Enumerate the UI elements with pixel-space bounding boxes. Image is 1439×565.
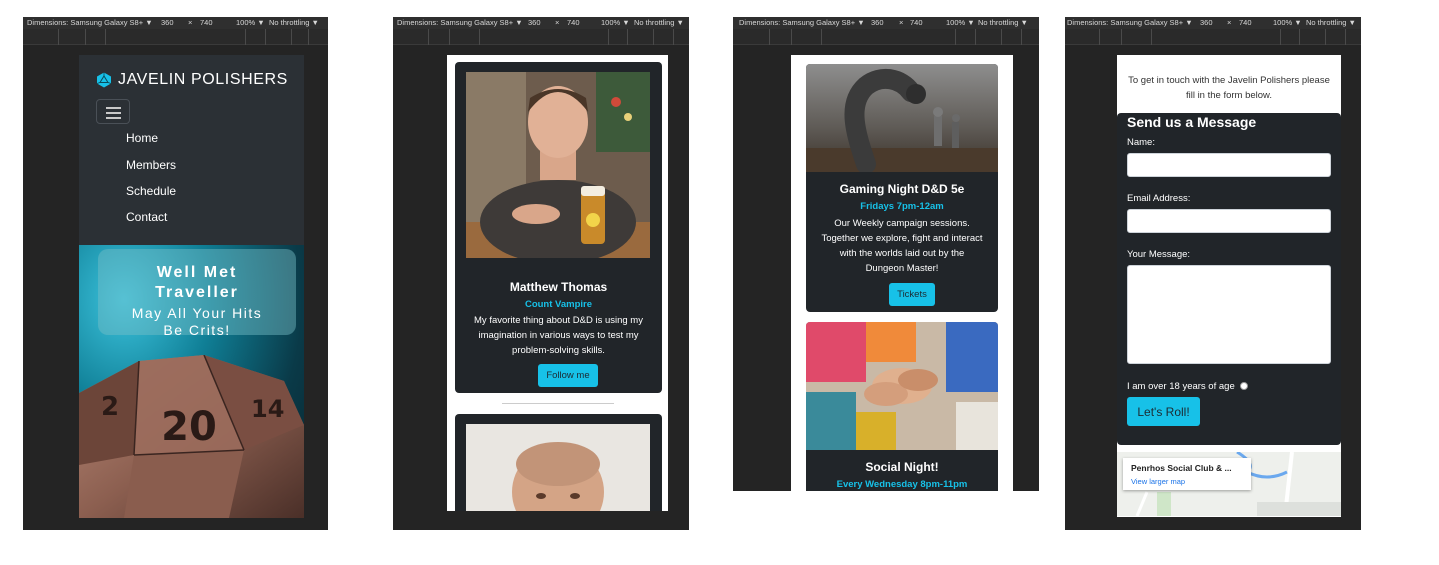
event-time: Fridays 7pm-12am xyxy=(860,201,944,212)
media-query-ruler xyxy=(393,29,689,45)
times-sign: × xyxy=(188,18,193,27)
member-card xyxy=(455,414,662,511)
die-face-number: 20 xyxy=(161,404,217,450)
hero-section: 20 2 14 Well Met Traveller May All Your … xyxy=(79,245,304,518)
event-card: Social Night! Every Wednesday 8pm-11pm xyxy=(806,322,998,491)
brand-name: JAVELIN POLISHERS xyxy=(118,71,288,88)
message-label: Your Message: xyxy=(1127,249,1191,260)
devtools-toolbar: Dimensions: Samsung Galaxy S8+ ▼ 360 × 7… xyxy=(733,17,1039,29)
member-card: Matthew Thomas Count Vampire My favorite… xyxy=(455,62,662,393)
tickets-button[interactable]: Tickets xyxy=(889,283,935,306)
name-label: Name: xyxy=(1127,137,1155,148)
site-screen-home: JAVELIN POLISHERS Home Members Schedule … xyxy=(79,55,304,518)
nav-contact-link[interactable]: Contact xyxy=(126,210,167,224)
member-name: Matthew Thomas xyxy=(509,280,608,294)
devtools-viewport-contact: Dimensions: Samsung Galaxy S8+ ▼ 360 × 7… xyxy=(1065,17,1361,530)
height-field[interactable]: 740 xyxy=(910,17,923,29)
name-input[interactable] xyxy=(1127,153,1331,177)
site-screen-members: Matthew Thomas Count Vampire My favorite… xyxy=(447,55,668,511)
media-query-ruler xyxy=(733,29,1039,45)
throttling-dropdown[interactable]: No throttling ▼ xyxy=(1306,17,1356,29)
event-card: Gaming Night D&D 5e Fridays 7pm-12am Our… xyxy=(806,64,998,312)
width-field[interactable]: 360 xyxy=(161,17,174,29)
navbar: JAVELIN POLISHERS Home Members Schedule … xyxy=(79,55,304,245)
member-photo xyxy=(466,424,650,511)
width-field[interactable]: 360 xyxy=(1200,17,1213,29)
follow-me-button[interactable]: Follow me xyxy=(538,364,598,387)
width-field[interactable]: 360 xyxy=(528,17,541,29)
device-dropdown[interactable]: Dimensions: Samsung Galaxy S8+ ▼ xyxy=(397,17,523,29)
member-role: Count Vampire xyxy=(524,299,593,310)
event-title: Gaming Night D&D 5e xyxy=(839,182,965,196)
height-field[interactable]: 740 xyxy=(567,17,580,29)
member-photo-image xyxy=(466,72,650,258)
member-bio: My favorite thing about D&D is using my … xyxy=(474,315,643,356)
contact-form: Send us a Message Name: Email Address: Y… xyxy=(1117,113,1341,445)
devtools-toolbar: Dimensions: Samsung Galaxy S8+ ▼ 360 × 7… xyxy=(1065,17,1361,29)
view-larger-map-link[interactable]: View larger map xyxy=(1131,477,1185,486)
hero-greeting-box: Well Met Traveller May All Your Hits Be … xyxy=(98,249,296,338)
member-photo-image xyxy=(466,424,650,511)
email-label: Email Address: xyxy=(1127,193,1191,204)
devtools-toolbar: Dimensions: Samsung Galaxy S8+ ▼ 360 × 7… xyxy=(23,17,328,29)
media-query-ruler xyxy=(1065,29,1361,45)
d20-die-photo: 20 2 14 xyxy=(79,355,304,518)
devtools-viewport-members: Dimensions: Samsung Galaxy S8+ ▼ 360 × 7… xyxy=(393,17,689,530)
device-dropdown[interactable]: Dimensions: Samsung Galaxy S8+ ▼ xyxy=(27,17,153,29)
menu-toggle-button[interactable] xyxy=(96,99,130,124)
hero-title: Well Met Traveller xyxy=(155,264,239,301)
nav-schedule-link[interactable]: Schedule xyxy=(126,184,176,198)
zoom-dropdown[interactable]: 100% ▼ xyxy=(946,17,975,29)
member-photo xyxy=(466,72,650,258)
times-sign: × xyxy=(1227,18,1232,27)
map-place-name: Penrhos Social Club & ... xyxy=(1131,463,1232,473)
email-input[interactable] xyxy=(1127,209,1331,233)
zoom-dropdown[interactable]: 100% ▼ xyxy=(1273,17,1302,29)
form-title: Send us a Message xyxy=(1127,114,1257,130)
navbar-brand[interactable]: JAVELIN POLISHERS xyxy=(96,71,288,89)
devtools-toolbar: Dimensions: Samsung Galaxy S8+ ▼ 360 × 7… xyxy=(393,17,689,29)
card-divider xyxy=(502,403,614,404)
throttling-dropdown[interactable]: No throttling ▼ xyxy=(978,17,1028,29)
age-confirm-radio[interactable] xyxy=(1240,382,1248,390)
site-screen-contact: To get in touch with the Javelin Polishe… xyxy=(1117,55,1341,517)
lets-roll-submit-button[interactable]: Let's Roll! xyxy=(1127,397,1200,426)
device-dropdown[interactable]: Dimensions: Samsung Galaxy S8+ ▼ xyxy=(1067,17,1193,29)
d20-dice-icon xyxy=(96,72,112,88)
devtools-viewport-schedule: Dimensions: Samsung Galaxy S8+ ▼ 360 × 7… xyxy=(733,17,1039,491)
contact-intro: To get in touch with the Javelin Polishe… xyxy=(1128,75,1330,101)
event-photo xyxy=(806,322,998,450)
height-field[interactable]: 740 xyxy=(1239,17,1252,29)
team-hands-photo xyxy=(806,322,998,450)
site-screen-schedule: Gaming Night D&D 5e Fridays 7pm-12am Our… xyxy=(791,55,1013,491)
die-face-left: 2 xyxy=(101,392,119,422)
miniatures-photo xyxy=(806,64,998,172)
event-description: Our Weekly campaign sessions. Together w… xyxy=(821,218,983,274)
devtools-viewport-home: Dimensions: Samsung Galaxy S8+ ▼ 360 × 7… xyxy=(23,17,328,530)
width-field[interactable]: 360 xyxy=(871,17,884,29)
event-photo xyxy=(806,64,998,172)
embedded-map[interactable]: Penrhos Social Club & ... View larger ma… xyxy=(1117,452,1341,516)
throttling-dropdown[interactable]: No throttling ▼ xyxy=(269,17,319,29)
age-label: I am over 18 years of age xyxy=(1127,381,1235,392)
times-sign: × xyxy=(555,18,560,27)
times-sign: × xyxy=(899,18,904,27)
height-field[interactable]: 740 xyxy=(200,17,213,29)
event-time: Every Wednesday 8pm-11pm xyxy=(836,479,968,490)
nav-home-link[interactable]: Home xyxy=(126,131,158,145)
throttling-dropdown[interactable]: No throttling ▼ xyxy=(634,17,684,29)
media-query-ruler xyxy=(23,29,328,45)
nav-members-link[interactable]: Members xyxy=(126,158,176,172)
die-face-right: 14 xyxy=(251,395,284,423)
hero-subtitle: May All Your Hits Be Crits! xyxy=(131,305,263,338)
map-info-window: Penrhos Social Club & ... View larger ma… xyxy=(1123,458,1251,490)
event-title: Social Night! xyxy=(865,460,939,474)
zoom-dropdown[interactable]: 100% ▼ xyxy=(236,17,265,29)
device-dropdown[interactable]: Dimensions: Samsung Galaxy S8+ ▼ xyxy=(739,17,865,29)
zoom-dropdown[interactable]: 100% ▼ xyxy=(601,17,630,29)
message-textarea[interactable] xyxy=(1127,265,1331,364)
